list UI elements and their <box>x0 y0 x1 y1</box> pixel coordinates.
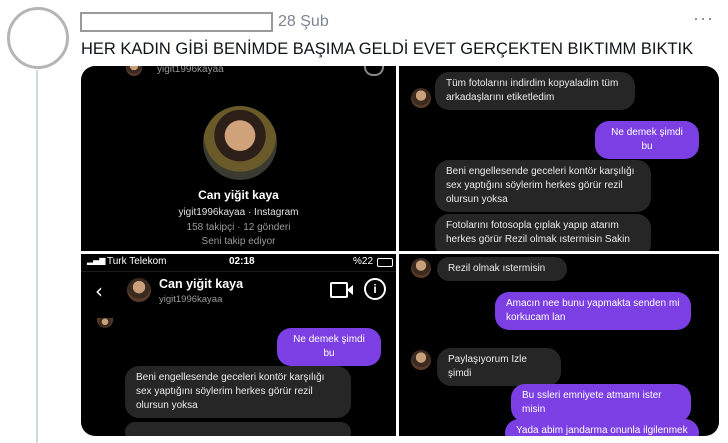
message-bubble-partial <box>125 422 351 436</box>
clock: 02:18 <box>229 256 255 267</box>
sender-avatar <box>411 88 431 108</box>
screenshot-chat-bottom[interactable]: Rezil olmak ıstermisin Amacın nee bunu y… <box>399 254 719 436</box>
message-bubble-sent: Ne demek şimdi bu <box>595 121 699 159</box>
profile-picture <box>203 106 277 180</box>
signal-icon: ▂▄▆ <box>87 256 106 265</box>
message-bubble-sent: Yada abim jandarma onunla ilgilenmek <box>505 419 699 436</box>
info-icon <box>364 66 384 76</box>
profile-name: Can yiğit kaya <box>198 188 279 202</box>
more-dots-icon[interactable]: ··· <box>693 8 714 29</box>
message-bubble: Tüm fotolarını indirdim kopyaladim tüm a… <box>435 72 635 110</box>
chat-avatar <box>127 278 151 302</box>
tweet-text: HER KADIN GİBİ BENİMDE BAŞIMA GELDİ EVET… <box>81 40 694 58</box>
profile-stats: 158 takipçi · 12 gönderi <box>186 222 291 233</box>
message-bubble: Fotolarını fotosopla çıplak yapıp atarım… <box>435 214 651 251</box>
thread-line <box>36 70 38 443</box>
back-chevron-icon[interactable]: ‹ <box>95 279 103 303</box>
screenshot-chat-screen[interactable]: ▂▄▆ Turk Telekom 02:18 %22 ‹ Can yiğit k… <box>81 254 396 436</box>
message-bubble-sent: Bu ssleri emniyete atmamı ister misin <box>511 384 691 422</box>
message-bubble: Rezil olmak ıstermisin <box>437 257 567 281</box>
message-bubble: Beni engellesende geceleri kontör karşıl… <box>435 160 651 212</box>
avatar <box>126 66 142 76</box>
chat-title[interactable]: Can yiğit kaya <box>159 277 243 291</box>
screenshot-chat-top[interactable]: Tüm fotolarını indirdim kopyaladim tüm a… <box>399 66 719 251</box>
redacted-username[interactable] <box>80 12 273 32</box>
screenshot-profile[interactable]: yigit1996kayaa Can yiğit kaya yigit1996k… <box>81 66 396 251</box>
follow-note: Seni takip ediyor <box>201 236 276 247</box>
divider <box>81 271 396 272</box>
chat-username: yigit1996kayaa <box>159 294 223 305</box>
info-icon[interactable]: i <box>364 278 386 300</box>
message-bubble-sent: Ne demek şimdi bu <box>277 328 381 366</box>
sender-avatar <box>411 350 431 370</box>
video-call-icon-lens <box>347 285 353 295</box>
status-bar: ▂▄▆ Turk Telekom 02:18 %22 <box>81 254 396 270</box>
profile-subtitle: yigit1996kayaa · Instagram <box>178 207 299 218</box>
tweet-date[interactable]: 28 Şub <box>278 13 329 31</box>
sender-avatar <box>411 258 431 278</box>
top-username: yigit1996kayaa <box>157 66 224 75</box>
message-bubble-sent: Amacın nee bunu yapmakta senden mi korku… <box>495 292 691 330</box>
avatar-partial <box>97 318 113 328</box>
carrier: Turk Telekom <box>107 256 167 267</box>
message-bubble: Beni engellesende geceleri kontör karşıl… <box>125 366 351 418</box>
tweet-media-grid[interactable]: yigit1996kayaa Can yiğit kaya yigit1996k… <box>81 66 719 436</box>
battery-icon <box>377 258 393 267</box>
message-bubble: Paylaşıyorum Izle şimdi <box>437 348 561 386</box>
user-avatar[interactable] <box>7 7 69 69</box>
video-call-icon[interactable] <box>330 282 348 298</box>
battery-percent: %22 <box>353 256 374 267</box>
